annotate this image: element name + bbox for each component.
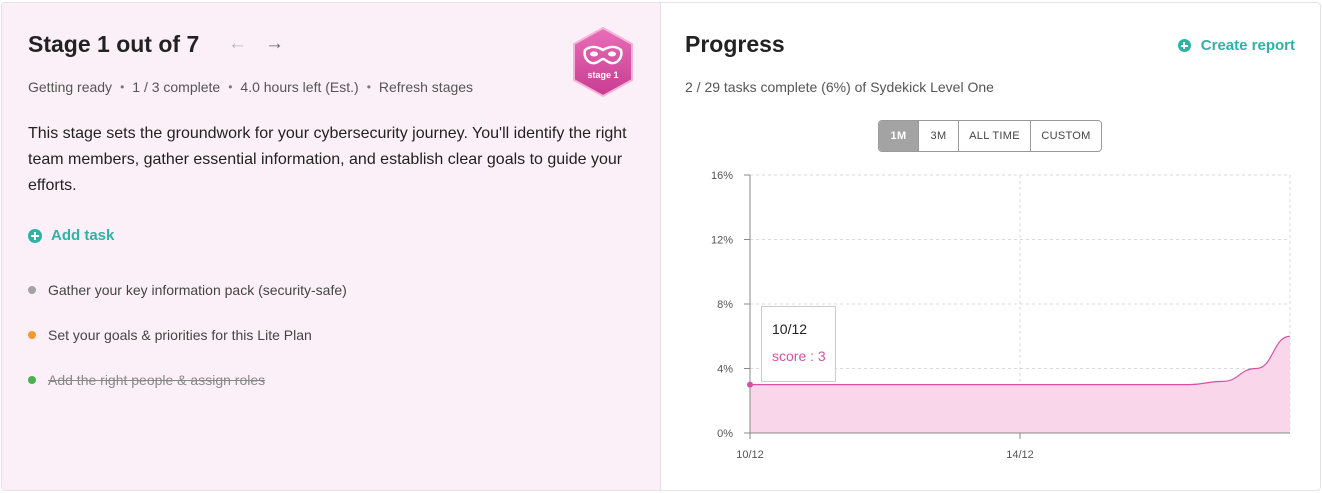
chart-tooltip: 10/12 score : 3 bbox=[761, 306, 836, 382]
stage-complete-count: 1 / 3 complete bbox=[132, 79, 221, 95]
separator-dot: • bbox=[228, 80, 233, 94]
tooltip-date: 10/12 bbox=[772, 321, 808, 337]
y-tick-label: 4% bbox=[717, 364, 733, 376]
arrow-left-icon[interactable]: ← bbox=[228, 33, 247, 55]
y-tick-label: 0% bbox=[717, 428, 733, 440]
y-tick-label: 8% bbox=[717, 299, 733, 311]
stage-status: Getting ready bbox=[28, 79, 113, 95]
add-task-label: Add task bbox=[51, 227, 115, 244]
status-dot-icon bbox=[28, 376, 36, 384]
stage-panel: Stage 1 out of 7 ← → Getting ready • 1 /… bbox=[2, 3, 661, 490]
data-point bbox=[747, 381, 753, 388]
x-tick-label: 14/12 bbox=[1006, 449, 1034, 461]
stage-title: Stage 1 out of 7 bbox=[28, 31, 200, 57]
task-label: Gather your key information pack (securi… bbox=[48, 282, 347, 298]
arrow-right-icon[interactable]: → bbox=[265, 33, 284, 55]
task-label: Add the right people & assign roles bbox=[48, 372, 266, 388]
status-dot-icon bbox=[28, 331, 36, 339]
task-item[interactable]: Gather your key information pack (securi… bbox=[28, 279, 347, 301]
progress-panel: Progress Create report 2 / 29 tasks comp… bbox=[661, 3, 1320, 490]
task-item[interactable]: Add the right people & assign roles bbox=[28, 369, 347, 391]
add-task-button[interactable]: Add task bbox=[28, 227, 114, 244]
separator-dot: • bbox=[366, 80, 371, 94]
status-dot-icon bbox=[28, 286, 36, 294]
stage-meta: Getting ready • 1 / 3 complete • 4.0 hou… bbox=[28, 79, 473, 95]
progress-area-chart: 0% 4% 8% 12% 16% 10/12 14/12 bbox=[711, 170, 1291, 461]
task-item[interactable]: Set your goals & priorities for this Lit… bbox=[28, 324, 347, 346]
stage-time-left: 4.0 hours left (Est.) bbox=[240, 79, 359, 95]
separator-dot: • bbox=[120, 80, 125, 94]
stage-description: This stage sets the groundwork for your … bbox=[28, 125, 627, 194]
x-tick-label: 10/12 bbox=[736, 449, 764, 461]
task-list: Gather your key information pack (securi… bbox=[28, 279, 347, 414]
badge-label: stage 1 bbox=[587, 70, 619, 80]
tooltip-score: score : 3 bbox=[772, 348, 826, 364]
refresh-stages-link[interactable]: Refresh stages bbox=[379, 79, 473, 95]
y-tick-label: 12% bbox=[711, 235, 733, 247]
task-label: Set your goals & priorities for this Lit… bbox=[48, 327, 312, 343]
plus-circle-icon bbox=[28, 228, 42, 243]
stage-badge: stage 1 bbox=[571, 26, 635, 98]
stage-progress-card: Stage 1 out of 7 ← → Getting ready • 1 /… bbox=[1, 2, 1321, 491]
hexagon-badge-icon bbox=[573, 26, 633, 98]
y-tick-label: 16% bbox=[711, 170, 733, 182]
